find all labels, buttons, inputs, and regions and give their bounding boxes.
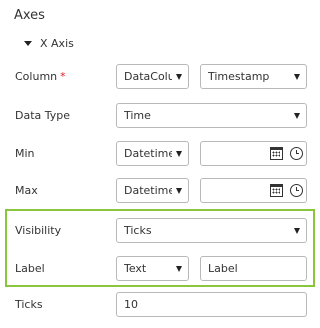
min-label: Min [15,147,35,160]
x-axis-section-toggle[interactable]: X Axis [24,37,74,50]
calendar-icon[interactable] [270,147,283,160]
ticks-input[interactable]: 10 [116,292,307,317]
dropdown-arrow-icon [176,150,182,157]
data-type-label: Data Type [15,109,71,122]
dropdown-arrow-icon [176,73,182,80]
max-mode-value: Datetime [124,184,172,197]
visibility-label: Visibility [15,224,62,237]
x-axis-section-label: X Axis [40,37,74,50]
dropdown-arrow-icon [176,187,182,194]
max-mode-select[interactable]: Datetime [116,178,189,203]
panel-title: Axes [14,8,45,23]
max-label: Max [15,184,38,197]
dropdown-arrow-icon [294,73,300,80]
required-marker: * [60,70,66,83]
calendar-icon[interactable] [270,184,283,197]
column-field-select[interactable]: Timestamp [200,64,307,89]
label-text-placeholder: Label [208,262,238,275]
ticks-value: 10 [124,298,138,311]
clock-icon[interactable] [290,184,303,197]
visibility-select[interactable]: Ticks [116,218,307,243]
column-field-value: Timestamp [208,70,270,83]
label-label: Label [15,262,45,275]
column-source-select[interactable]: DataColu [116,64,189,89]
ticks-label: Ticks [15,298,43,311]
min-mode-value: Datetime [124,147,172,160]
caret-down-icon [24,41,32,46]
dropdown-arrow-icon [294,227,300,234]
column-label: Column * [15,70,66,83]
label-mode-value: Text [124,262,147,275]
max-datetime-input[interactable] [200,178,307,203]
clock-icon[interactable] [290,147,303,160]
min-mode-select[interactable]: Datetime [116,141,189,166]
dropdown-arrow-icon [294,112,300,119]
data-type-select[interactable]: Time [116,103,307,128]
dropdown-arrow-icon [176,265,182,272]
data-type-value: Time [124,109,151,122]
label-mode-select[interactable]: Text [116,256,189,281]
min-datetime-input[interactable] [200,141,307,166]
label-text-input[interactable]: Label [200,256,307,281]
column-source-value: DataColu [124,70,172,83]
visibility-value: Ticks [124,224,152,237]
